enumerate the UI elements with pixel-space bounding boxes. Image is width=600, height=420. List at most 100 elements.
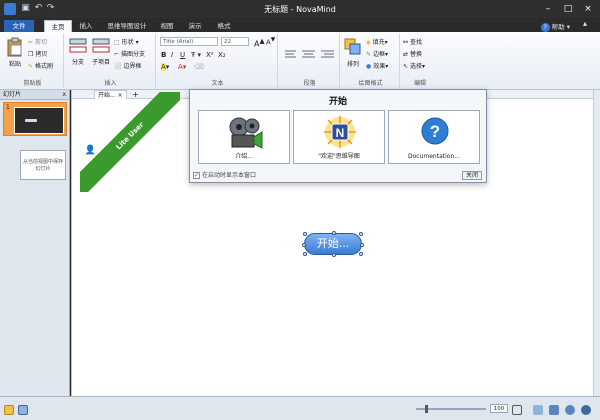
theme-icon[interactable] (549, 405, 559, 415)
slide-view-icon[interactable] (4, 405, 14, 415)
documentation-card-label: Documentation... (408, 153, 460, 160)
bold-icon[interactable]: B (161, 51, 166, 59)
effects-button[interactable]: ● 效果▾ (366, 61, 388, 70)
branch-button[interactable]: 分支 (68, 37, 88, 66)
ribbon: 粘贴 ✂ 剪切 ❐ 拷贝 ✎ 格式刷 剪贴板 分支 子项目 ⬚ 形状 ▾ ⌐ 描图分支 ⬜… (0, 32, 600, 90)
insert-group-label: 插入 (104, 80, 117, 87)
copy-label: 拷贝 (35, 51, 48, 58)
font-color-icon[interactable]: A▾ (178, 63, 186, 71)
drawing-group-label: 绘图格式 (358, 80, 383, 87)
font-family-select[interactable]: Title (Arial) (160, 37, 218, 46)
help-label: 帮助 (551, 23, 565, 31)
drawing-format-group: 排列 ◈ 填充▾ ✎ 边框▾ ● 效果▾ 绘图格式 (342, 34, 400, 88)
presentation-icon[interactable] (18, 405, 28, 415)
central-topic-label: 开始... (316, 237, 350, 250)
add-slide-button[interactable]: 从当前视图中保存幻灯片 (20, 150, 66, 180)
tab-file[interactable]: 文件 (4, 20, 34, 32)
selection-handle[interactable] (359, 232, 363, 236)
fit-page-icon[interactable] (512, 405, 522, 415)
subitem-label: 子项目 (91, 59, 110, 66)
novamind-logo-icon: N (324, 116, 356, 148)
superscript-icon[interactable]: X² (206, 51, 214, 59)
tab-view[interactable]: 视图 (157, 20, 177, 32)
fill-button[interactable]: ◈ 填充▾ (366, 37, 388, 46)
selection-handle[interactable] (332, 231, 336, 235)
selection-handle[interactable] (303, 232, 307, 236)
close-dialog-button[interactable]: 关闭 (462, 171, 482, 180)
replace-label: 替换 (410, 51, 423, 58)
branch-label: 分支 (71, 59, 84, 66)
tab-insert[interactable]: 插入 (76, 20, 96, 32)
find-button[interactable]: ⚯ 查找 (403, 37, 422, 46)
clipboard-group: 粘贴 ✂ 剪切 ❐ 拷贝 ✎ 格式刷 剪贴板 (2, 34, 64, 88)
show-on-startup-label: 在启动时显示本窗口 (202, 172, 257, 179)
cut-button[interactable]: ✂ 剪切 (28, 37, 47, 46)
documentation-card[interactable]: ? Documentation... (388, 110, 480, 164)
settings-icon[interactable] (581, 405, 591, 415)
shrink-font-icon[interactable]: A▼ (266, 37, 275, 46)
selection-handle[interactable] (360, 243, 364, 247)
subitem-button[interactable]: 子项目 (90, 37, 112, 66)
boundary-button[interactable]: ⬜ 边界框 (114, 61, 142, 70)
ribbon-collapse-icon[interactable]: ▴ (583, 19, 587, 28)
shape-button[interactable]: ⬚ 形状 ▾ (114, 37, 139, 46)
underline-icon[interactable]: U (180, 51, 185, 59)
zoom-value[interactable]: 100 (490, 404, 508, 413)
central-topic[interactable]: 开始... (302, 231, 364, 257)
slides-panel-title: 幻灯片 (3, 91, 22, 98)
navigator-icon[interactable] (565, 405, 575, 415)
cursor-icon: ↖ (403, 63, 409, 70)
border-button[interactable]: ✎ 边框▾ (366, 49, 388, 58)
start-dialog: 开始 介绍... N "欢迎"思维导图 ? Documentation... ✓… (189, 89, 487, 183)
welcome-map-card[interactable]: N "欢迎"思维导图 (293, 110, 385, 164)
checkbox-box[interactable]: ✓ (193, 172, 200, 179)
slide-preview-topic (25, 119, 37, 122)
selection-handle[interactable] (303, 252, 307, 256)
help-icon: ? (540, 23, 550, 32)
tab-format[interactable]: 格式 (214, 20, 234, 32)
tab-home[interactable]: 主页 (44, 20, 72, 32)
minimize-icon[interactable]: – (540, 2, 556, 16)
film-reel-icon (229, 117, 263, 149)
vertical-scrollbar[interactable] (593, 90, 600, 396)
paragraph-group-label: 段落 (303, 80, 316, 87)
tab-mindmap-design[interactable]: 思维导图设计 (103, 20, 151, 32)
replace-button[interactable]: ⇄ 替换 (403, 49, 422, 58)
show-on-startup-checkbox[interactable]: ✓ 在启动时显示本窗口 (193, 170, 256, 179)
selection-handle[interactable] (359, 252, 363, 256)
highlight-color-icon[interactable]: A▾ (161, 63, 169, 71)
zoom-slider-thumb[interactable] (425, 405, 428, 413)
intro-card[interactable]: 介绍... (198, 110, 290, 164)
editing-group: ⚯ 查找 ⇄ 替换 ↖ 选择▾ 编辑 (402, 34, 438, 88)
status-bar: 100 (0, 396, 600, 420)
selection-handle[interactable] (332, 253, 336, 257)
layout-icon[interactable] (533, 405, 543, 415)
tab-present[interactable]: 演示 (185, 20, 205, 32)
strikethrough-icon[interactable]: Ŧ ▾ (191, 51, 201, 59)
format-painter-button[interactable]: ✎ 格式刷 (28, 61, 53, 70)
select-button[interactable]: ↖ 选择▾ (403, 61, 425, 70)
maximize-icon[interactable]: □ (560, 2, 576, 16)
copy-button[interactable]: ❐ 拷贝 (28, 49, 47, 58)
align-icons[interactable] (282, 48, 340, 62)
selection-handle[interactable] (302, 243, 306, 247)
slide-number: 1 (6, 104, 10, 111)
grow-font-icon[interactable]: A▲ (254, 37, 265, 49)
subscript-icon[interactable]: X₂ (218, 51, 226, 59)
ribbon-tab-row: 文件 主页 插入 思维导图设计 视图 演示 格式 ? 帮助 ▾ ▴ (0, 18, 600, 32)
window-title: 无标题 - NovaMind (264, 5, 336, 14)
font-size-select[interactable]: 22 (221, 37, 249, 46)
slide-thumbnail[interactable]: 1 (3, 102, 67, 136)
close-icon[interactable]: × (580, 2, 596, 16)
text-group: Title (Arial) 22 A▲ A▼ B I U Ŧ ▾ X² X₂ A… (158, 34, 278, 88)
start-dialog-title: 开始 (328, 97, 347, 107)
editing-group-label: 编辑 (413, 80, 426, 87)
paste-button[interactable]: 粘贴 (5, 37, 25, 68)
select-label: 选择 (410, 63, 423, 70)
relation-button[interactable]: ⌐ 描图分支 (114, 49, 145, 58)
slides-panel-close-icon[interactable]: x (62, 90, 66, 100)
arrange-button[interactable]: 排列 (343, 37, 363, 68)
help-button[interactable]: ? 帮助 ▾ (540, 21, 570, 32)
italic-icon[interactable]: I (171, 51, 173, 59)
clear-format-icon[interactable]: ⌫ (194, 63, 204, 71)
